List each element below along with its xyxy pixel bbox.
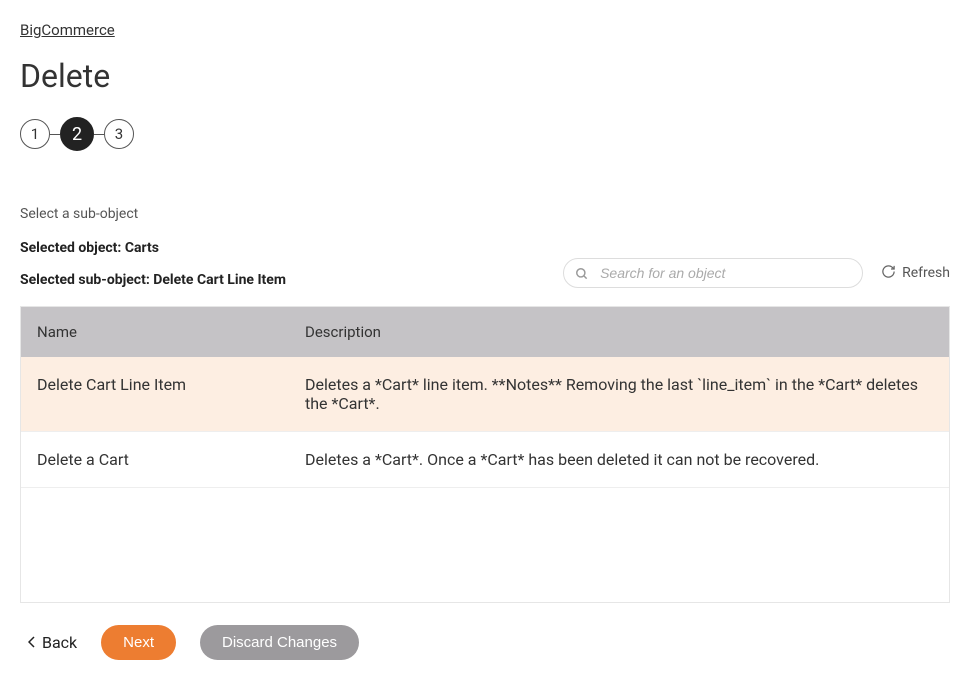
- step-2[interactable]: 2: [60, 117, 94, 151]
- selected-object: Selected object: Carts: [20, 240, 286, 256]
- row-description: Deletes a *Cart* line item. **Notes** Re…: [289, 357, 949, 432]
- search-icon: [575, 266, 589, 280]
- back-button[interactable]: Back: [28, 633, 77, 652]
- row-name: Delete Cart Line Item: [21, 357, 289, 432]
- step-1[interactable]: 1: [20, 119, 50, 149]
- row-description: Deletes a *Cart*. Once a *Cart* has been…: [289, 432, 949, 488]
- selected-sub-object: Selected sub-object: Delete Cart Line It…: [20, 272, 286, 288]
- refresh-label: Refresh: [902, 265, 950, 281]
- column-header-name: Name: [21, 307, 289, 357]
- refresh-icon: [881, 264, 896, 283]
- step-connector: [50, 134, 60, 135]
- back-label: Back: [42, 633, 77, 652]
- chevron-left-icon: [28, 633, 36, 652]
- breadcrumb-link[interactable]: BigCommerce: [20, 21, 115, 39]
- footer-actions: Back Next Discard Changes: [20, 625, 950, 660]
- refresh-button[interactable]: Refresh: [881, 264, 950, 283]
- column-header-description: Description: [289, 307, 949, 357]
- step-3[interactable]: 3: [104, 119, 134, 149]
- step-connector: [94, 134, 104, 135]
- discard-changes-button[interactable]: Discard Changes: [200, 625, 359, 660]
- sub-object-table: Name Description Delete Cart Line ItemDe…: [20, 306, 950, 603]
- next-button[interactable]: Next: [101, 625, 176, 660]
- search-container: [563, 258, 863, 288]
- row-name: Delete a Cart: [21, 432, 289, 488]
- table-row[interactable]: Delete a CartDeletes a *Cart*. Once a *C…: [21, 432, 949, 488]
- table-row[interactable]: Delete Cart Line ItemDeletes a *Cart* li…: [21, 357, 949, 432]
- search-input[interactable]: [563, 258, 863, 288]
- page-title: Delete: [20, 57, 950, 95]
- section-label: Select a sub-object: [20, 206, 950, 222]
- stepper: 1 2 3: [20, 117, 950, 151]
